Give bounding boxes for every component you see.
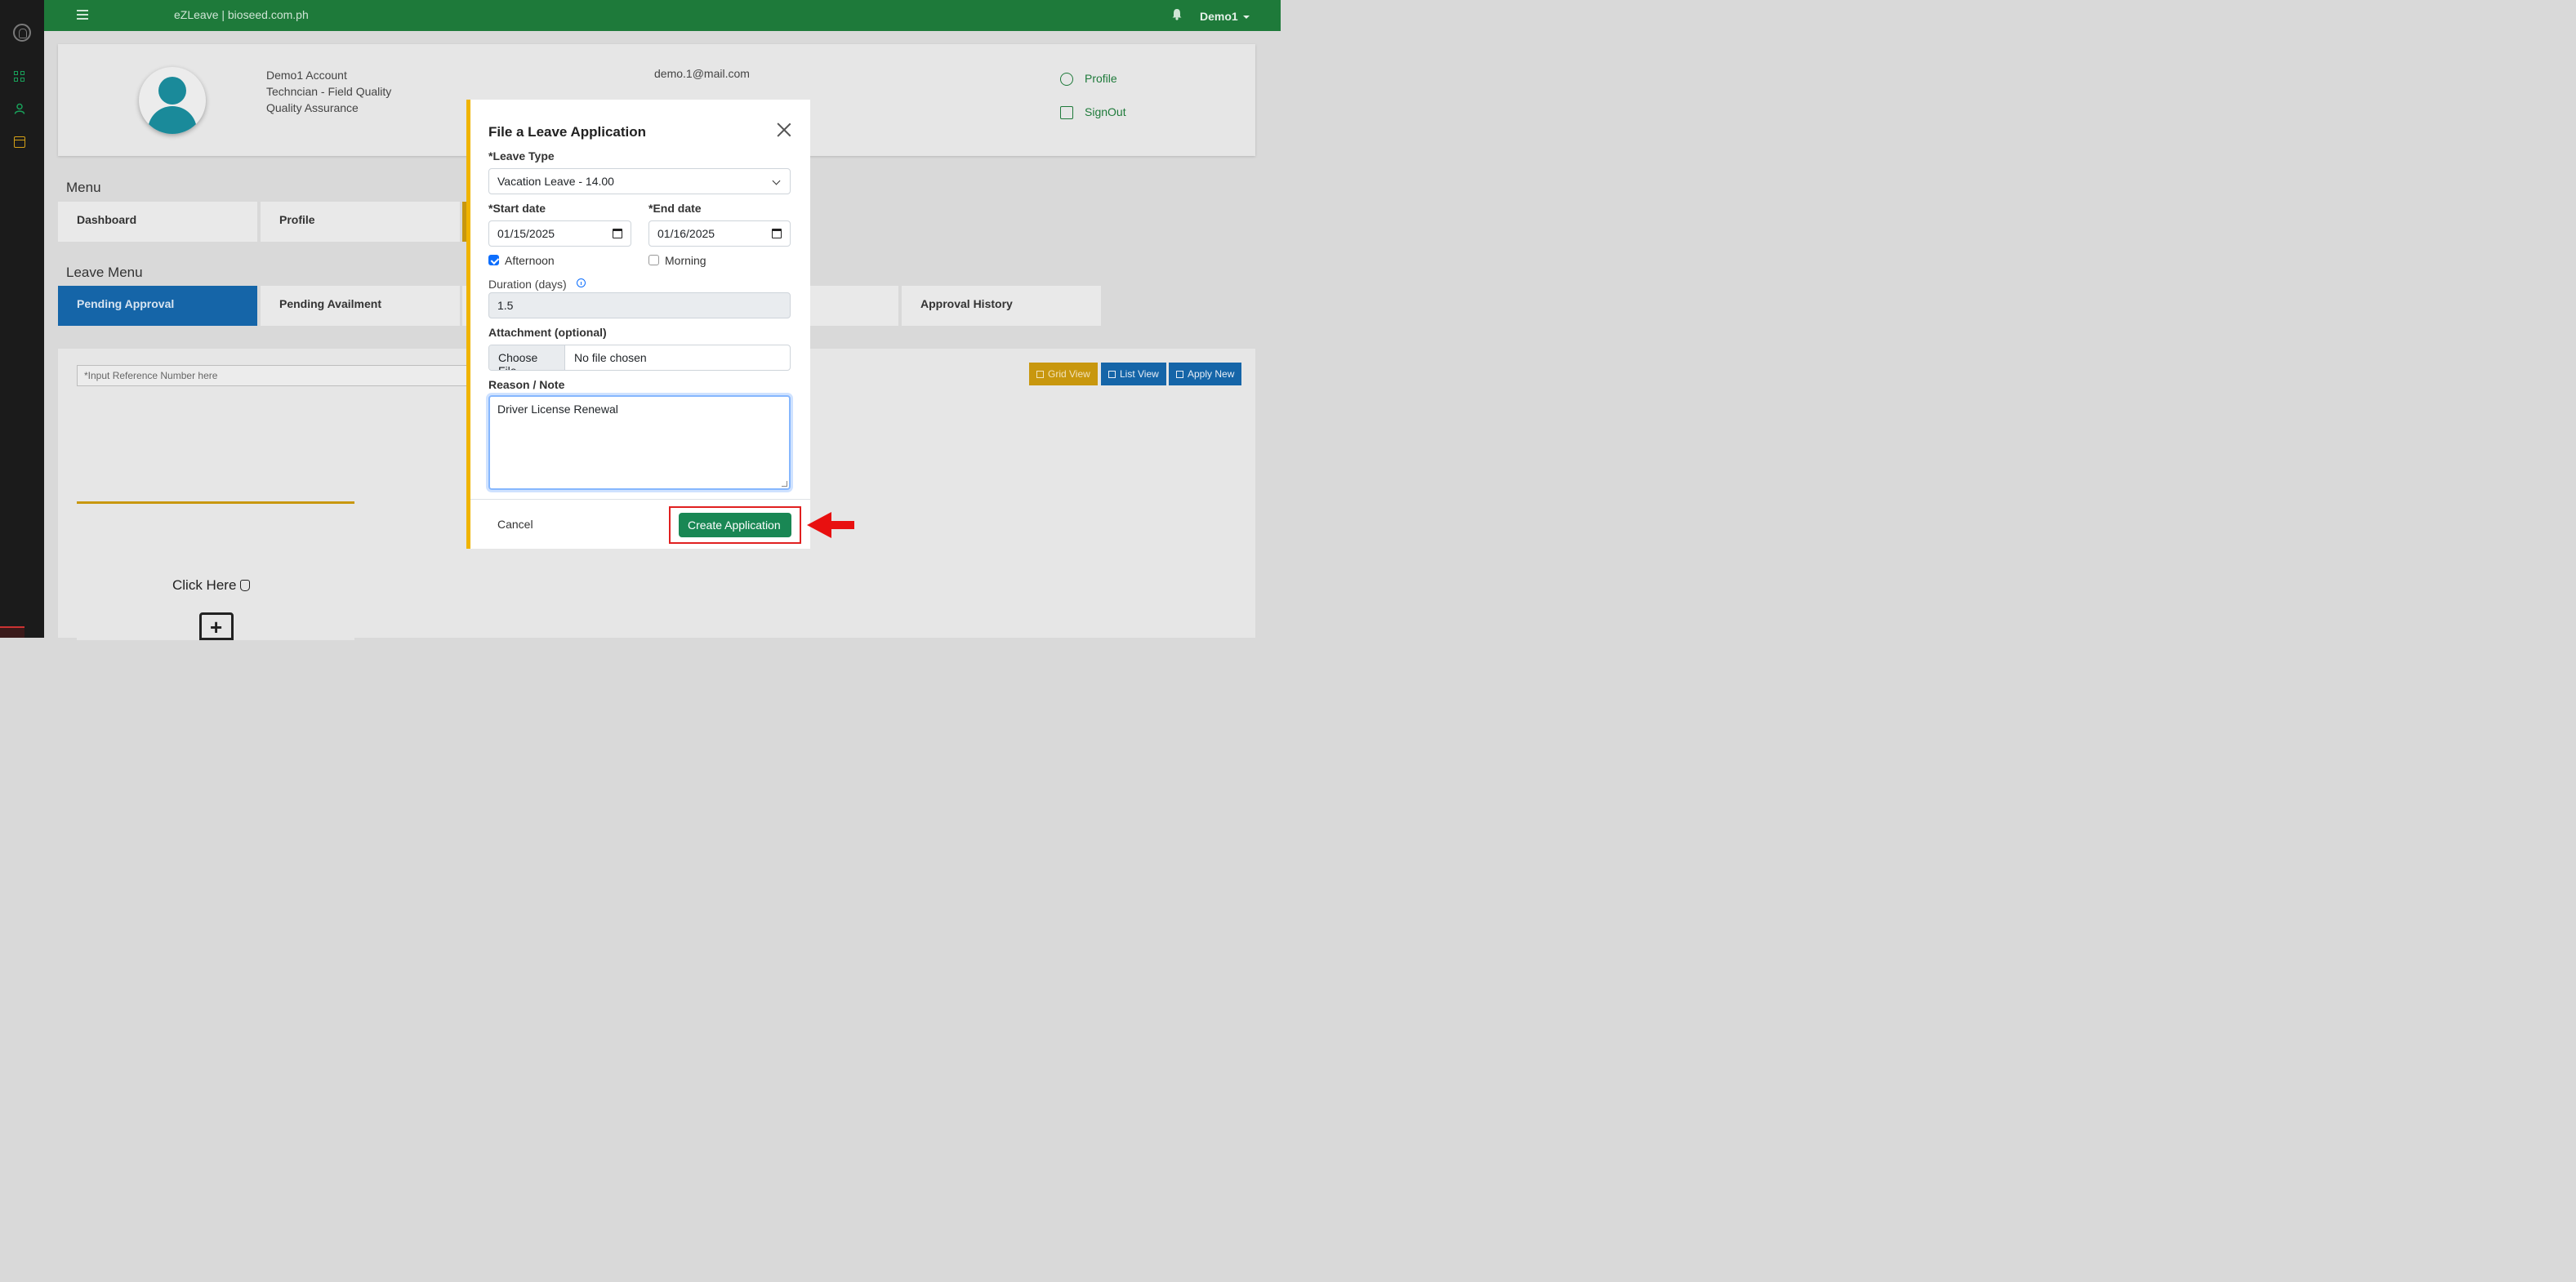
calendar-picker-icon[interactable]	[772, 229, 782, 238]
end-date-value: 01/16/2025	[657, 227, 715, 240]
red-arrow-icon	[807, 512, 854, 538]
leave-type-select[interactable]: Vacation Leave - 14.00	[488, 168, 791, 194]
afternoon-label[interactable]: Afternoon	[505, 254, 555, 267]
modal-title: File a Leave Application	[488, 124, 647, 140]
duration-label: Duration (days)	[488, 278, 567, 291]
attachment-file-input[interactable]: Choose File No file chosen	[488, 345, 791, 371]
modal-footer-divider	[470, 499, 810, 500]
attachment-label: Attachment (optional)	[488, 326, 607, 339]
start-date-label: *Start date	[488, 202, 546, 215]
choose-file-button[interactable]: Choose File	[489, 345, 565, 370]
resize-handle-icon[interactable]	[782, 481, 787, 487]
info-icon[interactable]	[577, 278, 586, 287]
reason-label: Reason / Note	[488, 378, 565, 391]
close-icon[interactable]	[777, 122, 791, 137]
start-date-input[interactable]: 01/15/2025	[488, 220, 631, 247]
chevron-down-icon	[772, 176, 781, 185]
start-date-value: 01/15/2025	[497, 227, 555, 240]
end-date-input[interactable]: 01/16/2025	[648, 220, 791, 247]
morning-label[interactable]: Morning	[665, 254, 706, 267]
end-date-label: *End date	[648, 202, 702, 215]
leave-type-label: *Leave Type	[488, 149, 555, 162]
duration-field: 1.5	[488, 292, 791, 318]
leave-application-modal: File a Leave Application *Leave Type Vac…	[466, 100, 810, 549]
leave-type-value: Vacation Leave - 14.00	[497, 175, 614, 188]
highlight-box	[669, 506, 801, 544]
reason-textarea[interactable]: Driver License Renewal	[488, 395, 791, 490]
calendar-picker-icon[interactable]	[613, 229, 622, 238]
cancel-button[interactable]: Cancel	[488, 514, 549, 534]
file-status: No file chosen	[574, 351, 647, 364]
afternoon-checkbox[interactable]	[488, 255, 499, 265]
reason-value: Driver License Renewal	[497, 403, 618, 416]
morning-checkbox[interactable]	[648, 255, 659, 265]
